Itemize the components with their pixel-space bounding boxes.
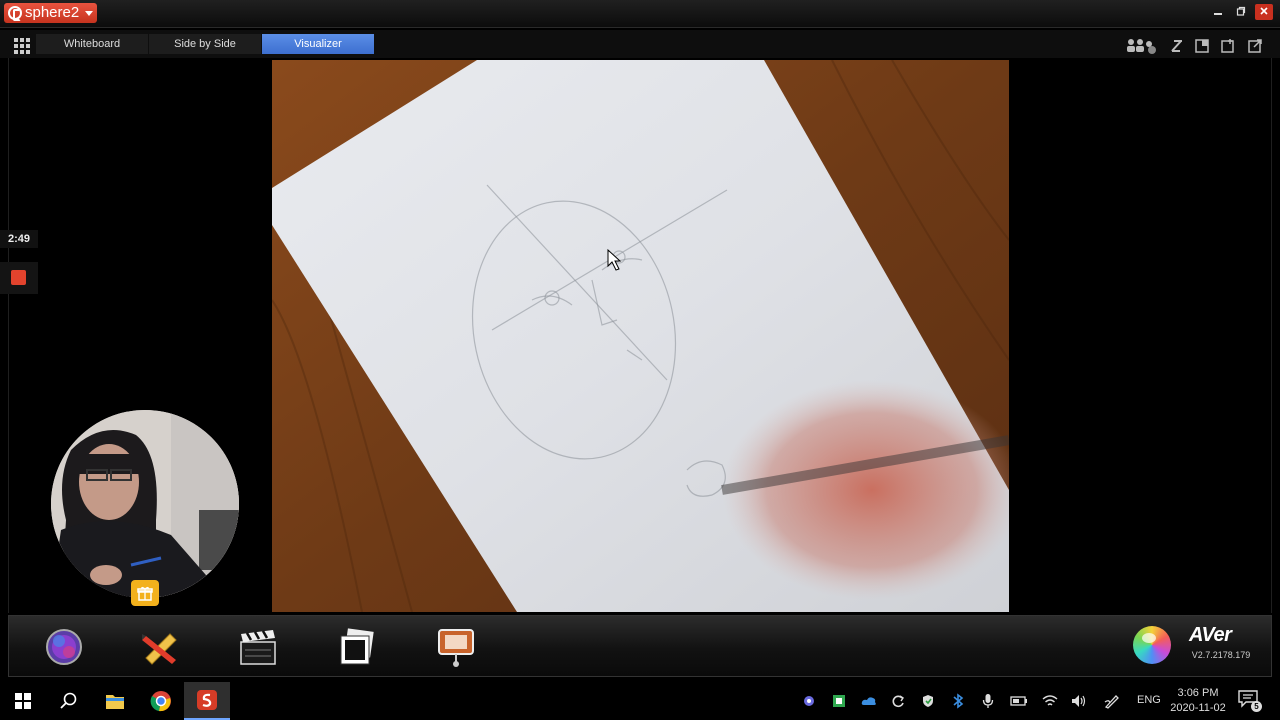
battery-icon[interactable] (1010, 692, 1028, 710)
bottom-dock: AVer V2.7.2178.179 (8, 615, 1272, 677)
minimize-button[interactable] (1209, 4, 1227, 20)
color-palette-icon[interactable] (1133, 626, 1171, 664)
mode-toolbar: Whiteboard Side by Side Visualizer (0, 30, 1280, 58)
close-icon (1260, 7, 1268, 15)
bluetooth-icon[interactable] (949, 692, 967, 710)
apps-grid-icon[interactable] (14, 38, 30, 54)
action-center-button[interactable]: 5 (1238, 690, 1262, 712)
volume-icon[interactable] (1070, 692, 1088, 710)
sphere2-window: sphere2 Whiteboard Side by Side Visualiz… (0, 0, 1280, 680)
green-app-icon[interactable] (830, 692, 848, 710)
notification-count: 5 (1251, 701, 1262, 712)
sphere2-logo-icon (8, 6, 22, 21)
close-button[interactable] (1255, 4, 1273, 20)
snapshot-frames-icon[interactable] (336, 626, 378, 668)
tab-side-by-side[interactable]: Side by Side (149, 34, 261, 54)
tab-whiteboard[interactable]: Whiteboard (36, 34, 148, 54)
pen-icon[interactable] (1103, 692, 1121, 710)
gift-button[interactable] (131, 580, 159, 606)
aver-logo: AVer (1189, 624, 1232, 646)
clapperboard-icon[interactable] (237, 626, 279, 668)
pencil-ruler-icon[interactable] (140, 626, 182, 668)
app-menu-button[interactable]: sphere2 (4, 3, 98, 23)
microphone-icon[interactable] (979, 692, 997, 710)
gift-icon (137, 586, 153, 601)
capture-icon[interactable] (1219, 38, 1237, 54)
tab-visualizer[interactable]: Visualizer (262, 34, 374, 54)
windows-taskbar: ENG 3:06 PM 2020-11-02 5 (0, 682, 1280, 720)
window-icon[interactable] (1193, 38, 1211, 54)
camera-feed-image (272, 60, 1009, 612)
color-sphere-icon[interactable] (43, 626, 85, 668)
wifi-icon[interactable] (1041, 692, 1059, 710)
file-explorer-icon[interactable] (92, 682, 138, 720)
system-clock[interactable]: 3:06 PM 2020-11-02 (1164, 686, 1232, 716)
search-icon[interactable] (46, 682, 92, 720)
restore-icon (1236, 6, 1246, 16)
defender-icon[interactable] (919, 692, 937, 710)
version-label: V2.7.2178.179 (1191, 650, 1251, 660)
pen-tool-icon[interactable] (1168, 38, 1186, 54)
webcam-feed-image (51, 410, 239, 598)
language-indicator[interactable]: ENG (1137, 694, 1161, 706)
stop-icon (11, 270, 26, 285)
clock-time: 3:06 PM (1177, 687, 1219, 699)
clock-date: 2020-11-02 (1170, 702, 1226, 714)
sphere2-icon[interactable] (184, 682, 230, 720)
restore-button[interactable] (1232, 4, 1250, 20)
visualizer-video-feed[interactable] (272, 60, 1009, 612)
onedrive-icon[interactable] (860, 692, 878, 710)
recording-timer: 2:49 (0, 230, 38, 248)
app-name: sphere2 (25, 4, 80, 21)
chrome-icon[interactable] (138, 682, 184, 720)
participants-icon[interactable] (1126, 38, 1158, 54)
windows-start-icon[interactable] (0, 682, 46, 720)
title-bar: sphere2 (0, 0, 1280, 28)
stop-recording-button[interactable] (0, 262, 38, 294)
puzzle-icon[interactable] (800, 692, 818, 710)
sync-icon[interactable] (889, 692, 907, 710)
chevron-down-icon (85, 11, 94, 16)
webcam-preview[interactable] (51, 410, 239, 598)
minimize-icon (1214, 13, 1222, 15)
external-link-icon[interactable] (1246, 38, 1264, 54)
presentation-board-icon[interactable] (435, 626, 477, 668)
